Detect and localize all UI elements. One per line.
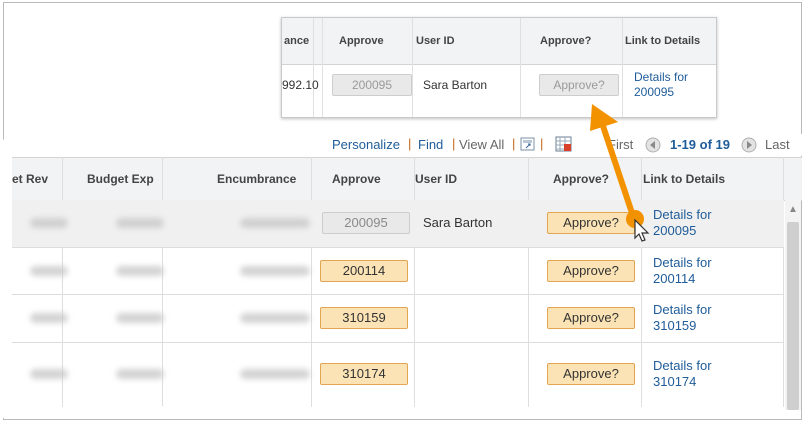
arrow-shaft bbox=[600, 123, 634, 213]
click-indicator-icon bbox=[623, 208, 653, 247]
callout-arrow bbox=[590, 104, 634, 213]
